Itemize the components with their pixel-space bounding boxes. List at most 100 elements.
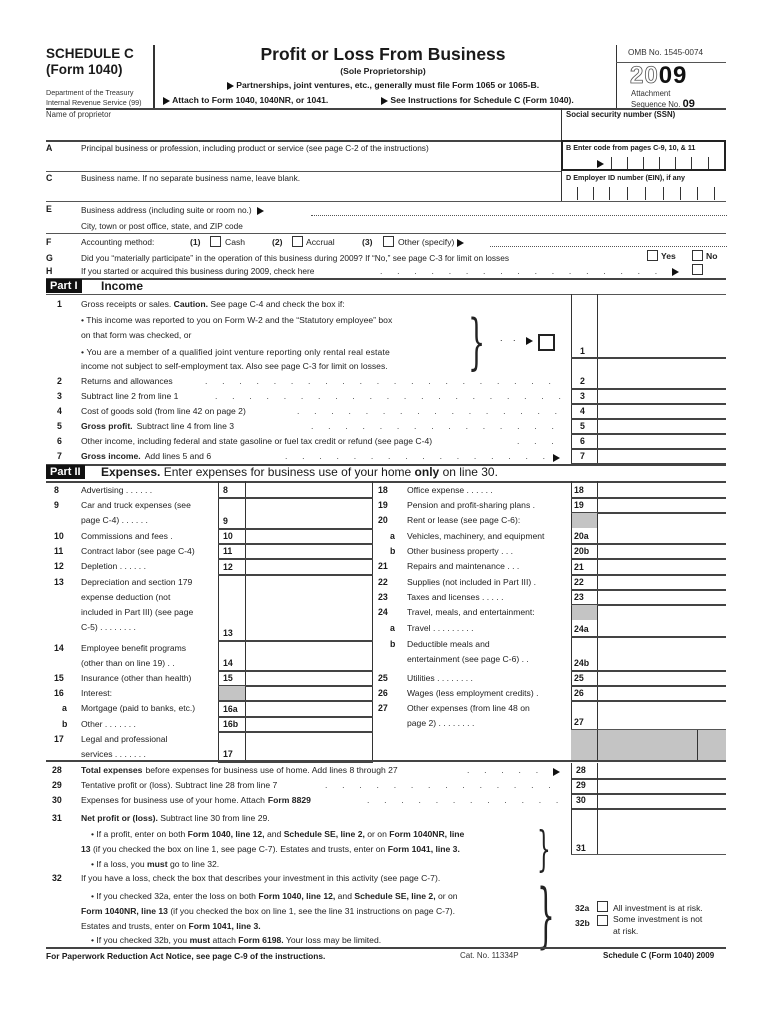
line-box-label: 6 — [580, 436, 585, 446]
line-17-amount[interactable] — [248, 747, 370, 760]
line-12-amount[interactable] — [248, 560, 370, 573]
line-26-amount[interactable] — [600, 686, 724, 699]
line-number: 5 — [57, 421, 62, 431]
started-business-checkbox[interactable] — [692, 264, 703, 275]
line-31-rule — [571, 854, 726, 855]
part-1-title: Income — [101, 279, 144, 293]
accounting-method-label: Accounting method: — [81, 237, 155, 247]
line-16b-amount[interactable] — [248, 717, 370, 730]
participation-yes-checkbox[interactable] — [647, 250, 658, 261]
participation-no-checkbox[interactable] — [692, 250, 703, 261]
line-7-amount[interactable] — [600, 450, 724, 463]
expense-label: services . . . . . . . — [81, 749, 146, 759]
line-20a-amount[interactable] — [600, 529, 724, 542]
expense-label: Contract labor (see page C-4) — [81, 546, 195, 556]
line-22-amount[interactable] — [600, 575, 724, 588]
line-1-amount[interactable] — [600, 343, 724, 357]
line-box-label: 2 — [580, 376, 585, 386]
cash-checkbox[interactable] — [210, 236, 221, 247]
line-box-label: 26 — [574, 688, 584, 698]
ein-digit[interactable] — [579, 187, 593, 200]
line-2-amount[interactable] — [600, 375, 724, 388]
proprietor-name-input[interactable] — [48, 122, 528, 136]
business-name-input[interactable] — [81, 186, 551, 198]
city-state-zip-input[interactable] — [290, 219, 724, 231]
line-15-amount[interactable] — [248, 671, 370, 684]
line-number: b — [62, 719, 68, 729]
business-code-digit[interactable] — [645, 157, 658, 169]
left-amount-column — [245, 481, 246, 761]
leader-dots: . . . . . . . . . . . . . . . . . . . . … — [467, 765, 548, 775]
statutory-employee-checkbox[interactable] — [538, 334, 555, 351]
line-9-amount[interactable] — [248, 514, 370, 527]
business-code-digit[interactable] — [661, 157, 674, 169]
line-box-label: 4 — [580, 406, 585, 416]
line-box-label: 28 — [576, 765, 586, 775]
all-at-risk-checkbox[interactable] — [597, 901, 608, 912]
ein-digit[interactable] — [682, 187, 696, 200]
accrual-checkbox[interactable] — [292, 236, 303, 247]
line-28-amount[interactable] — [600, 764, 724, 777]
line-8-amount[interactable] — [248, 483, 370, 496]
line-25-amount[interactable] — [600, 671, 724, 684]
line-21-amount[interactable] — [600, 560, 724, 573]
leader-dots: . . . . . . . . . . . . . . . . . . . . … — [380, 266, 670, 276]
business-code-digit[interactable] — [613, 157, 626, 169]
see-instructions: See Instructions for Schedule C (Form 10… — [381, 95, 574, 105]
line-10-amount[interactable] — [248, 529, 370, 542]
line-4-amount[interactable] — [600, 405, 724, 418]
line-box-label: 23 — [574, 592, 584, 602]
line-5-amount[interactable] — [600, 420, 724, 433]
line-6-amount[interactable] — [600, 435, 724, 448]
line-e-label: Business address (including suite or roo… — [81, 205, 264, 215]
other-method-input[interactable] — [492, 234, 724, 246]
line-30-amount[interactable] — [600, 794, 724, 807]
business-address-input[interactable] — [312, 203, 726, 215]
line-number: a — [390, 623, 395, 633]
line-box-label: 22 — [574, 577, 584, 587]
ein-cell-divider — [714, 187, 715, 200]
line-11-amount[interactable] — [248, 544, 370, 557]
principal-business-input[interactable] — [81, 155, 551, 167]
started-business-label: If you started or acquired this business… — [81, 266, 315, 276]
expense-label: Advertising . . . . . . — [81, 485, 153, 495]
line-29-amount[interactable] — [600, 779, 724, 792]
ein-digit[interactable] — [647, 187, 661, 200]
line-31-amount[interactable] — [600, 840, 724, 853]
line-3-amount[interactable] — [600, 390, 724, 403]
line-14-amount[interactable] — [248, 656, 370, 669]
ein-digit[interactable] — [665, 187, 679, 200]
line-18-amount[interactable] — [600, 483, 724, 496]
line-19-amount[interactable] — [600, 498, 724, 511]
brace-icon: } — [468, 307, 486, 377]
ssn-input[interactable] — [566, 122, 724, 136]
line-23-amount[interactable] — [600, 590, 724, 603]
line-27-amount[interactable] — [600, 715, 724, 728]
ein-digit[interactable] — [611, 187, 625, 200]
expense-label: Travel . . . . . . . . . — [407, 623, 474, 633]
business-code-digit[interactable] — [677, 157, 690, 169]
expense-label: Travel, meals, and entertainment: — [407, 607, 535, 617]
line-number: 3 — [57, 391, 62, 401]
ssn-divider — [561, 108, 562, 141]
line-20b-amount[interactable] — [600, 544, 724, 557]
amount-rule — [218, 497, 373, 499]
line-30-label: Expenses for business use of your home. … — [81, 795, 311, 805]
line-16a-amount[interactable] — [248, 702, 370, 715]
line-number: a — [390, 531, 395, 541]
ein-digit[interactable] — [629, 187, 643, 200]
yes-label: Yes — [661, 251, 676, 261]
some-not-at-risk-checkbox[interactable] — [597, 915, 608, 926]
line-13-amount[interactable] — [248, 626, 370, 639]
business-code-digit[interactable] — [629, 157, 642, 169]
line-box-label: 7 — [580, 451, 585, 461]
department-label: Department of the Treasury — [46, 88, 134, 97]
line-24b-amount[interactable] — [600, 656, 724, 669]
line-24a-amount[interactable] — [600, 622, 724, 635]
other-method-checkbox[interactable] — [383, 236, 394, 247]
line-28-label: Total expenses before expenses for busine… — [81, 765, 398, 775]
ein-digit[interactable] — [595, 187, 609, 200]
ein-digit[interactable] — [699, 187, 713, 200]
line-number: 14 — [54, 643, 64, 653]
business-code-digit[interactable] — [693, 157, 706, 169]
